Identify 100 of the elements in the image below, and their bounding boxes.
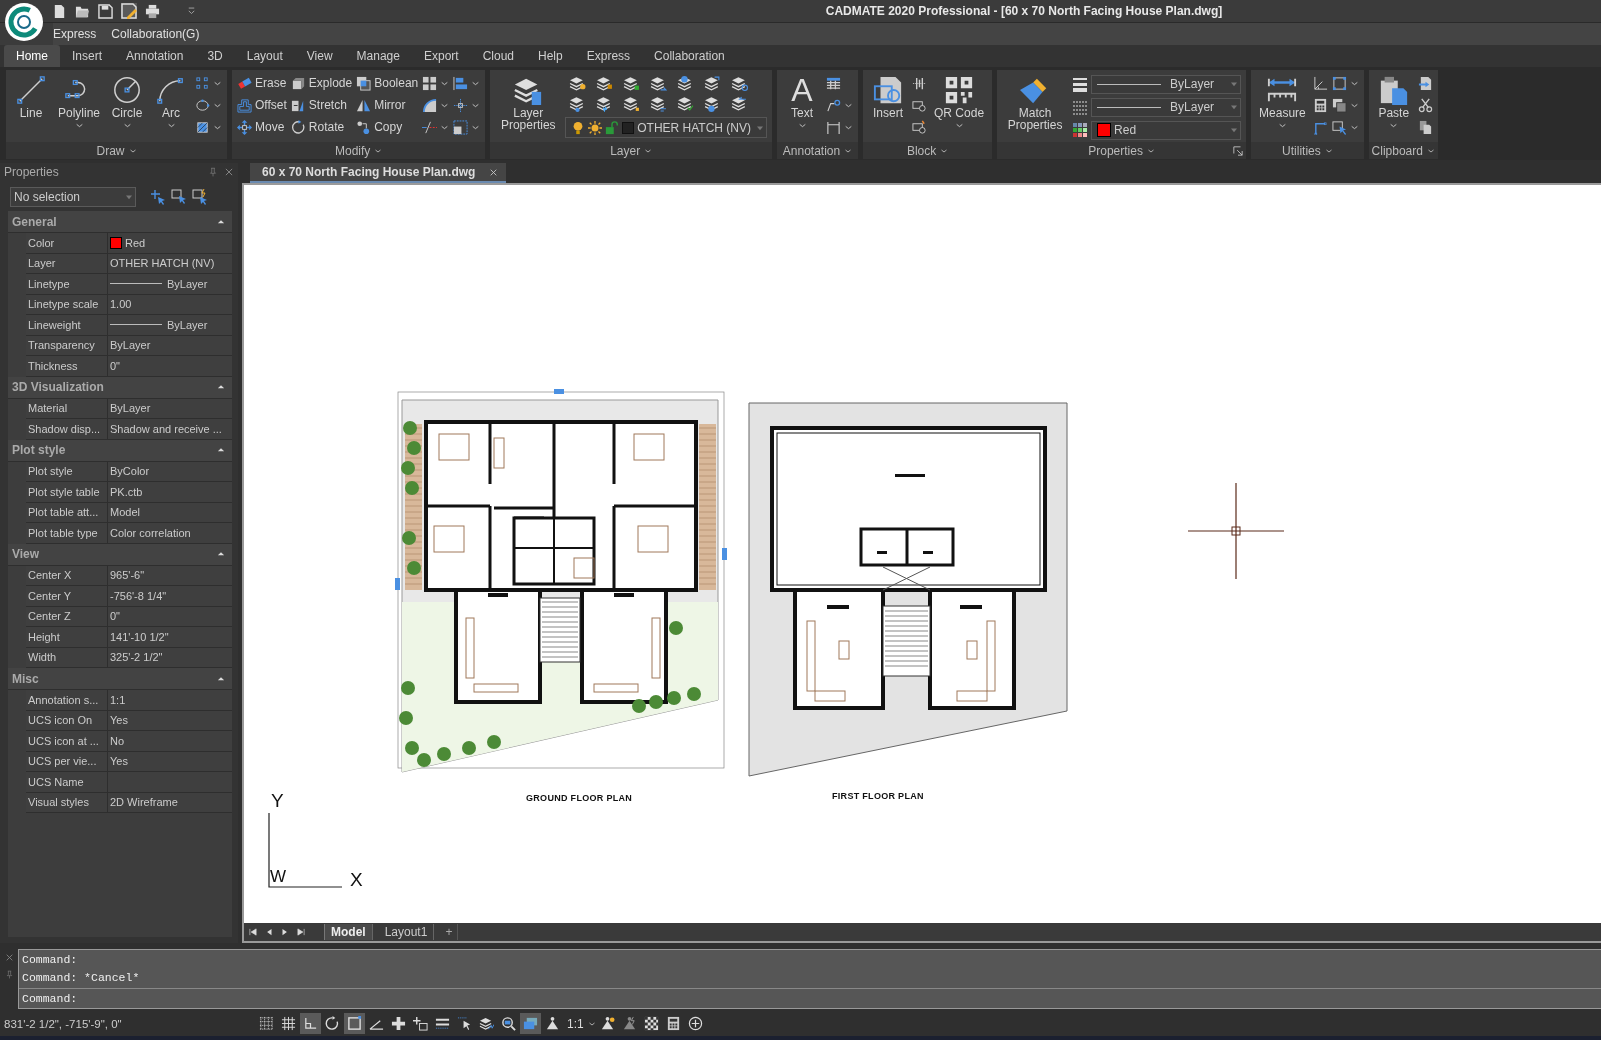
drawing-canvas[interactable]: Y GROUND FLOOR PLAN FIRST FLOOR PLAN W X xyxy=(244,185,1601,923)
ribbon-tab[interactable]: Annotation xyxy=(114,45,196,67)
property-value[interactable]: ByLayer xyxy=(167,277,208,290)
ribbon-tab[interactable]: 3D xyxy=(195,45,235,67)
menu-item[interactable]: Express xyxy=(53,27,97,42)
ribbon-tab[interactable]: Express xyxy=(574,45,643,67)
property-label: Width xyxy=(26,647,108,668)
property-value[interactable]: Yes xyxy=(110,714,128,727)
property-value[interactable]: Model xyxy=(110,506,140,519)
annotation-scale[interactable]: 1:1 xyxy=(567,1016,584,1031)
offset-button[interactable]: Offset xyxy=(237,95,287,115)
property-value[interactable]: Yes xyxy=(110,755,128,768)
insert-button[interactable]: Insert xyxy=(868,73,909,121)
mirror-button[interactable]: Mirror xyxy=(356,95,419,115)
ribbon-tab[interactable]: Collaboration xyxy=(642,45,737,67)
property-label: Visual styles xyxy=(26,792,108,813)
stretch-button[interactable]: Stretch xyxy=(290,95,353,115)
property-value[interactable]: 0" xyxy=(110,610,121,623)
ribbon-tab[interactable]: Export xyxy=(411,45,471,67)
property-label: Plot style table xyxy=(26,482,108,503)
property-label: Plot table type xyxy=(26,523,108,544)
panel-title[interactable]: Draw xyxy=(96,143,125,158)
section-header[interactable]: Misc xyxy=(8,668,232,690)
ribbon-tab[interactable]: Insert xyxy=(60,45,115,67)
section-title: General xyxy=(12,214,58,229)
eraser-button[interactable]: Erase xyxy=(237,73,287,93)
section-title: Plot style xyxy=(12,443,67,457)
panel-title[interactable]: Properties xyxy=(1088,143,1143,158)
window-title: CADMATE 2020 Professional - [60 x 70 North Facing House Plan.dwg] xyxy=(825,4,1223,19)
document-tab[interactable]: 60 x 70 North Facing House Plan.dwg xyxy=(250,163,507,183)
ribbon-tab[interactable]: View xyxy=(294,45,345,67)
ribbon-tab[interactable]: Home xyxy=(4,45,60,67)
polyline-button[interactable]: Polyline xyxy=(55,73,104,132)
property-label: Plot style xyxy=(26,461,108,482)
ribbon-tab[interactable]: Help xyxy=(526,45,575,67)
boolean-button[interactable]: Boolean xyxy=(356,73,419,93)
section-title: 3D Visualization xyxy=(12,380,105,394)
rotate-button[interactable]: Rotate xyxy=(290,117,353,137)
property-value[interactable]: 0" xyxy=(110,359,121,372)
layers-button[interactable]: Layer Properties xyxy=(495,73,562,133)
property-label: UCS Name xyxy=(26,772,108,793)
paste-button[interactable]: Paste xyxy=(1373,73,1414,132)
property-value[interactable]: Red xyxy=(125,236,146,249)
property-value[interactable]: OTHER HATCH (NV) xyxy=(110,257,215,270)
property-label: UCS icon at ... xyxy=(26,731,108,752)
layer-name: OTHER HATCH (NV) xyxy=(637,120,752,135)
property-value[interactable]: ByLayer xyxy=(167,318,208,331)
property-value[interactable]: 1.00 xyxy=(110,298,132,311)
ribbon-tab[interactable]: Layout xyxy=(234,45,295,67)
line-button[interactable]: Line xyxy=(11,73,51,121)
layer-dropdown[interactable]: OTHER HATCH (NV) xyxy=(565,117,768,138)
dropdown-value: ByLayer xyxy=(1170,100,1216,114)
command-input-field[interactable]: Command: xyxy=(19,988,1601,1008)
property-value[interactable]: 1:1 xyxy=(110,693,126,706)
property-value[interactable]: No xyxy=(110,734,125,747)
property-label: Plot table att... xyxy=(26,502,108,523)
section-header[interactable]: General xyxy=(8,211,232,233)
panel-title[interactable]: Layer xyxy=(610,143,641,158)
model-tab[interactable]: Model xyxy=(324,924,373,940)
property-value[interactable]: Shadow and receive ... xyxy=(110,422,222,435)
ribbon-tab[interactable]: Manage xyxy=(344,45,412,67)
brush-button[interactable]: Match Properties xyxy=(1002,73,1069,133)
measure-button[interactable]: Measure xyxy=(1256,73,1309,132)
property-value[interactable]: 2D Wireframe xyxy=(110,796,178,809)
dropdown-value: Red xyxy=(1114,123,1138,137)
property-dropdown[interactable]: ByLayer xyxy=(1091,74,1242,94)
x-axis-label: X xyxy=(350,870,363,889)
property-value[interactable]: ByLayer xyxy=(110,339,151,352)
property-value[interactable]: 141'-10 1/2" xyxy=(110,630,169,643)
selection-dropdown[interactable]: No selection xyxy=(10,187,136,207)
circle-button[interactable]: Circle xyxy=(107,73,148,132)
qr-code-button[interactable]: QR Code xyxy=(931,73,988,132)
section-header[interactable]: 3D Visualization xyxy=(8,376,232,399)
property-value[interactable]: -756'-8 1/4" xyxy=(110,589,167,602)
dropdown-value: No selection xyxy=(14,190,82,204)
property-label: UCS icon On xyxy=(26,710,108,731)
property-label: Linetype scale xyxy=(26,294,108,315)
text-button[interactable]: A Text xyxy=(782,73,823,132)
property-value[interactable]: ByColor xyxy=(110,465,150,478)
property-dropdown[interactable]: ByLayer xyxy=(1091,97,1242,117)
property-value[interactable]: 325'-2 1/2" xyxy=(110,651,163,664)
arc-button[interactable]: Arc xyxy=(151,73,192,132)
copy-button[interactable]: Copy xyxy=(356,117,419,137)
cursor-coordinates: 831'-2 1/2", -715'-9", 0" xyxy=(3,1017,123,1030)
panel-title[interactable]: Modify xyxy=(334,143,371,158)
ribbon-tab[interactable]: Cloud xyxy=(470,45,526,67)
property-label: Linetype xyxy=(26,274,108,295)
property-value[interactable]: Color correlation xyxy=(110,526,191,539)
property-value[interactable]: ByLayer xyxy=(110,402,151,415)
property-dropdown[interactable]: Red xyxy=(1091,120,1242,140)
property-label: Center Y xyxy=(26,586,108,607)
property-value[interactable]: 965'-6" xyxy=(110,569,145,582)
move-button[interactable]: Move xyxy=(237,117,287,137)
property-value[interactable]: PK.ctb xyxy=(110,485,143,498)
property-label: Layer xyxy=(26,253,108,274)
property-label: Lineweight xyxy=(26,315,108,336)
section-header[interactable]: Plot style xyxy=(8,439,232,462)
section-header[interactable]: View xyxy=(8,543,232,566)
cube-button[interactable]: Explode xyxy=(290,73,353,93)
menu-item[interactable]: Collaboration(G) xyxy=(111,27,200,42)
